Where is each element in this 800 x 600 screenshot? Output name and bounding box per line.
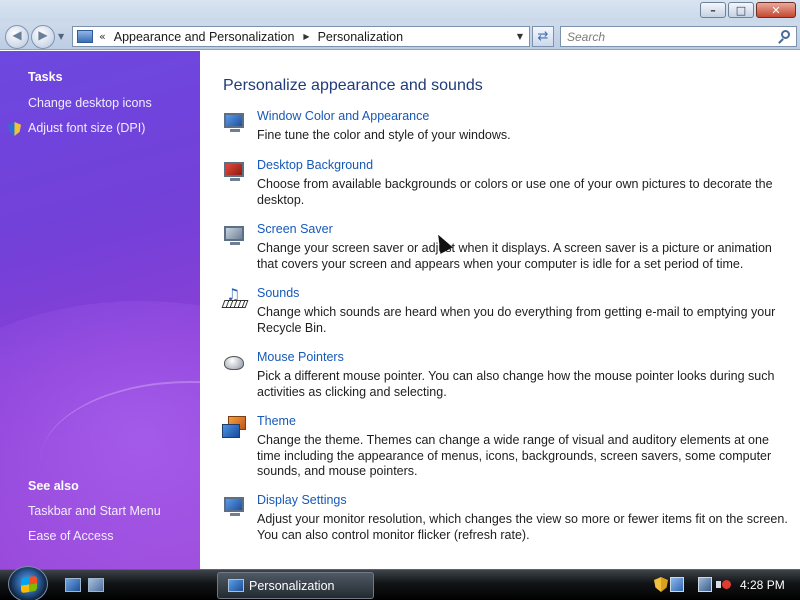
- desktop-background-icon[interactable]: [222, 160, 248, 184]
- theme-window-front: [222, 424, 240, 438]
- sidebar-item-taskbar-and-start-menu[interactable]: Taskbar and Start Menu: [28, 504, 161, 518]
- search-icon[interactable]: [781, 30, 790, 39]
- screen-saver-description: Change your screen saver or adjust when …: [257, 241, 772, 271]
- window-color-description: Fine tune the color and style of your wi…: [257, 128, 511, 142]
- switch-windows-icon[interactable]: [88, 578, 104, 592]
- refresh-button[interactable]: ⇄: [532, 26, 554, 47]
- taskbar: Personalization 4:28 PM: [0, 566, 800, 600]
- uac-shield-icon: [8, 122, 21, 136]
- control-panel-icon: [77, 30, 93, 43]
- screen-saver-icon[interactable]: [222, 224, 248, 248]
- network-icon[interactable]: [670, 577, 684, 592]
- list-item-sounds: ♫ Sounds Change which sounds are heard w…: [221, 285, 792, 336]
- volume-muted-icon[interactable]: [715, 577, 731, 592]
- desktop-background-link[interactable]: Desktop Background: [257, 158, 373, 172]
- mouse-pointers-description: Pick a different mouse pointer. You can …: [257, 369, 775, 399]
- window-color-link[interactable]: Window Color and Appearance: [257, 109, 429, 123]
- list-item-theme: Theme Change the theme. Themes can chang…: [222, 414, 792, 480]
- theme-icon[interactable]: [222, 416, 248, 440]
- monitor-stand-shape: [230, 513, 240, 516]
- monitor-shape: [224, 497, 244, 512]
- display-settings-icon[interactable]: [222, 495, 248, 519]
- personalization-window-icon: [228, 579, 244, 592]
- forward-arrow-icon: ▶: [38, 28, 48, 42]
- desktop-background-description: Choose from available backgrounds or col…: [257, 177, 773, 207]
- maximize-icon: □: [735, 3, 747, 17]
- breadcrumb-personalization[interactable]: Personalization: [318, 30, 403, 44]
- breadcrumb-separator-icon[interactable]: ▶: [303, 32, 309, 41]
- start-button[interactable]: [8, 566, 48, 600]
- tasks-heading: Tasks: [28, 70, 63, 84]
- breadcrumb-appearance-and-personalization[interactable]: Appearance and Personalization: [114, 30, 295, 44]
- search-input[interactable]: Search: [567, 30, 605, 44]
- mouse-pointers-link[interactable]: Mouse Pointers: [257, 350, 344, 364]
- window-color-icon[interactable]: [222, 111, 248, 135]
- minimize-icon: –: [710, 3, 716, 17]
- sounds-description: Change which sounds are heard when you d…: [257, 305, 776, 335]
- page-title: Personalize appearance and sounds: [223, 77, 483, 94]
- address-bar[interactable]: « Appearance and Personalization ▶ Perso…: [72, 26, 530, 47]
- taskbar-button-label: Personalization: [249, 578, 335, 593]
- monitor-stand-shape: [230, 178, 240, 181]
- mouse-shape: [224, 356, 244, 370]
- see-also-heading: See also: [28, 479, 79, 493]
- mouse-pointers-icon[interactable]: [222, 352, 248, 376]
- main-content: Personalize appearance and sounds Window…: [200, 51, 800, 569]
- display-settings-link[interactable]: Display Settings: [257, 493, 347, 507]
- forward-button[interactable]: ▶: [31, 25, 55, 49]
- address-dropdown-icon[interactable]: ▼: [517, 32, 523, 41]
- sounds-link[interactable]: Sounds: [257, 286, 299, 300]
- sounds-icon[interactable]: ♫: [221, 285, 249, 312]
- taskbar-button-personalization[interactable]: Personalization: [217, 572, 374, 599]
- navigation-bar: ◀ ▶ ▼ « Appearance and Personalization ▶…: [0, 22, 800, 50]
- security-center-icon[interactable]: [654, 577, 668, 592]
- list-item-mouse-pointers: Mouse Pointers Pick a different mouse po…: [222, 350, 792, 400]
- screen-saver-link[interactable]: Screen Saver: [257, 222, 333, 236]
- recent-pages-dropdown[interactable]: ▼: [58, 32, 64, 41]
- monitor-stand-shape: [230, 242, 240, 245]
- show-desktop-icon[interactable]: [65, 578, 81, 592]
- theme-description: Change the theme. Themes can change a wi…: [257, 433, 772, 478]
- breadcrumb-overflow-button[interactable]: «: [99, 30, 106, 43]
- display-settings-description: Adjust your monitor resolution, which ch…: [257, 512, 788, 542]
- list-item-screen-saver: Screen Saver Change your screen saver or…: [222, 222, 792, 272]
- keyboard-shape: [221, 300, 249, 308]
- search-box[interactable]: Search: [560, 26, 797, 47]
- list-item-window-color: Window Color and Appearance Fine tune th…: [222, 109, 792, 145]
- monitor-shape: [224, 226, 244, 241]
- maximize-button[interactable]: □: [728, 2, 754, 18]
- sidebar-item-adjust-font-size[interactable]: Adjust font size (DPI): [28, 121, 145, 135]
- title-bar: – □ ✕: [0, 0, 800, 22]
- back-arrow-icon: ◀: [12, 28, 22, 42]
- theme-link[interactable]: Theme: [257, 414, 296, 428]
- list-item-display-settings: Display Settings Adjust your monitor res…: [222, 493, 792, 543]
- minimize-button[interactable]: –: [700, 2, 726, 18]
- back-button[interactable]: ◀: [5, 25, 29, 49]
- monitor-shape: [224, 162, 244, 177]
- sidebar-item-change-desktop-icons[interactable]: Change desktop icons: [28, 96, 152, 110]
- tasks-pane: Tasks Change desktop icons Adjust font s…: [0, 51, 200, 569]
- windows-logo-icon: [21, 575, 37, 594]
- system-clock[interactable]: 4:28 PM: [740, 578, 785, 592]
- monitor-shape: [224, 113, 244, 128]
- network-disconnected-icon[interactable]: [698, 577, 712, 592]
- monitor-stand-shape: [230, 129, 240, 132]
- sidebar-item-ease-of-access[interactable]: Ease of Access: [28, 529, 113, 543]
- list-item-desktop-background: Desktop Background Choose from available…: [222, 158, 792, 208]
- window-controls: – □ ✕: [700, 2, 796, 18]
- close-icon: ✕: [771, 3, 781, 17]
- refresh-icon: ⇄: [537, 29, 549, 44]
- close-button[interactable]: ✕: [756, 2, 796, 18]
